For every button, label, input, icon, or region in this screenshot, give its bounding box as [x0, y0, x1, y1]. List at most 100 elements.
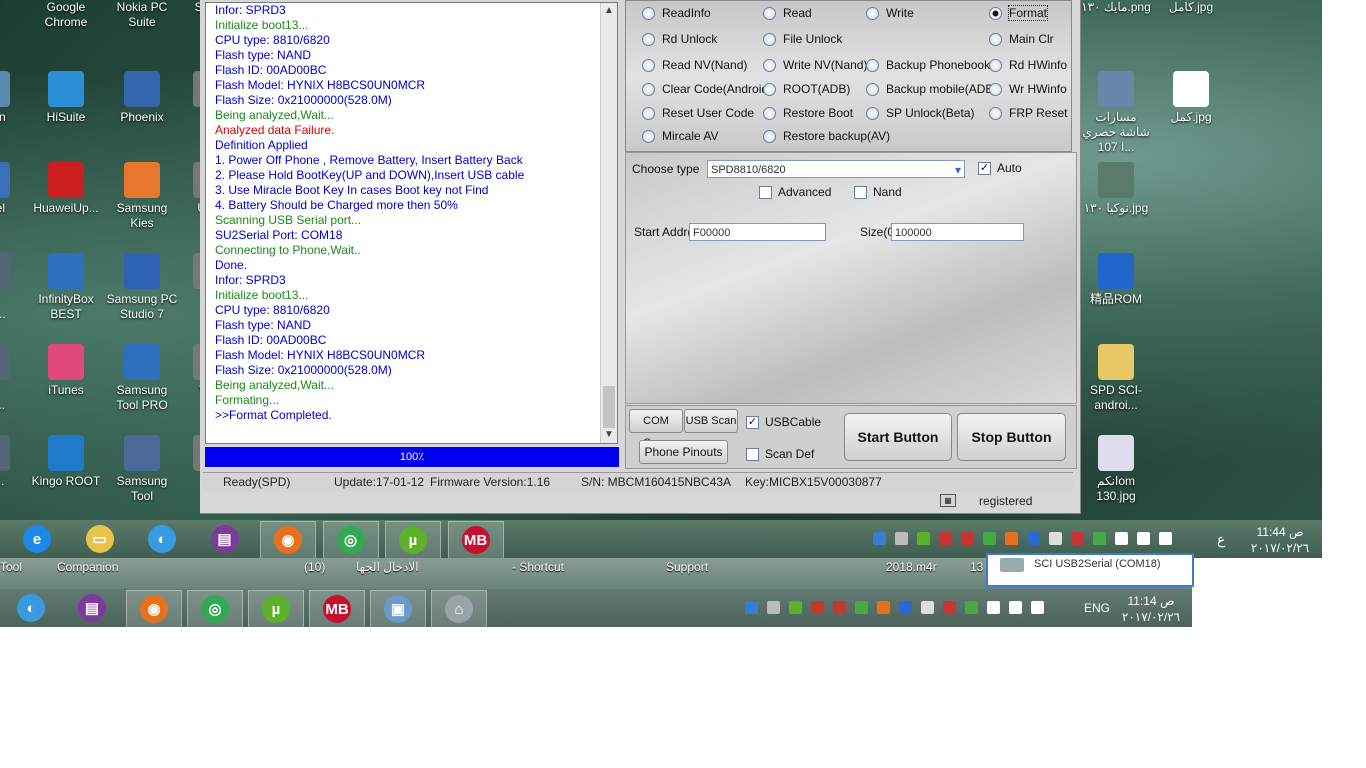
size-input[interactable]: 100000 — [891, 223, 1024, 241]
desktop-icon[interactable]: eB... — [0, 435, 12, 489]
desktop-icon[interactable]: Samsung Kies — [106, 162, 178, 231]
operation-radio[interactable]: Wr HWinfo — [989, 82, 1067, 96]
dropdown-arrow-icon[interactable]: ▾ — [955, 161, 961, 179]
radio-icon[interactable] — [642, 32, 655, 46]
operation-radio[interactable]: Main Clr — [989, 32, 1054, 46]
radio-icon[interactable] — [989, 32, 1002, 46]
radio-icon[interactable] — [642, 58, 655, 72]
desktop-file-icon[interactable]: انكمom 130.jpg — [1080, 435, 1152, 504]
radio-icon[interactable] — [763, 129, 776, 143]
taskbar-button[interactable]: ◉ — [126, 590, 182, 628]
operation-radio[interactable]: Mircale AV — [642, 129, 718, 143]
tray-icon[interactable] — [1159, 532, 1172, 545]
desktop-icon[interactable]: t 4 ide... — [0, 344, 12, 413]
usb-cable-checkbox[interactable]: ✓ USBCable — [746, 415, 821, 429]
radio-icon[interactable] — [989, 6, 1002, 20]
operation-radio[interactable]: FRP Reset — [989, 106, 1067, 120]
radio-icon[interactable] — [763, 106, 776, 120]
tray-icon[interactable] — [1005, 532, 1018, 545]
desktop-icon[interactable]: e Bin — [0, 71, 12, 125]
taskbar-button[interactable]: ◎ — [187, 590, 243, 628]
desktop-icon[interactable]: Samsung Tool PRO — [106, 344, 178, 413]
advanced-checkbox[interactable]: Advanced — [759, 185, 831, 199]
radio-icon[interactable] — [989, 58, 1002, 72]
tray-icon[interactable] — [1027, 532, 1040, 545]
stop-button[interactable]: Stop Button — [957, 413, 1066, 461]
taskbar-button[interactable]: ⌂ — [431, 590, 487, 628]
desktop-icon[interactable]: InfinityBox BEST — [30, 253, 102, 322]
taskbar-button[interactable]: µ — [385, 521, 441, 559]
scan-def-check-icon[interactable] — [746, 447, 759, 461]
operation-radio[interactable]: Clear Code(Android) — [642, 82, 772, 96]
tray-icon[interactable] — [1137, 532, 1150, 545]
operation-radio[interactable]: Backup mobile(ADB) — [866, 82, 997, 96]
scroll-up-icon[interactable]: ▲ — [604, 5, 614, 16]
clock-secondary[interactable]: 11:14 ص ٢٠١٧/٠٢/٢٦ — [1118, 593, 1184, 625]
desktop-icon[interactable]: Nokia PC Suite — [106, 0, 178, 30]
tray-icon[interactable] — [745, 601, 758, 614]
desktop-icon[interactable]: iTunes — [30, 344, 102, 398]
operation-radio[interactable]: SP Unlock(Beta) — [866, 106, 974, 120]
taskbar-button[interactable]: ▣ — [370, 590, 426, 628]
scroll-thumb[interactable] — [603, 386, 615, 428]
tray-icon[interactable] — [939, 532, 952, 545]
desktop-icon[interactable]: t 4 tart... — [0, 253, 12, 322]
choose-type-select[interactable]: SPD8810/6820 ▾ — [707, 160, 965, 178]
radio-icon[interactable] — [763, 6, 776, 20]
tray-icon[interactable] — [767, 601, 780, 614]
taskbar-button[interactable]: ◉ — [260, 521, 316, 559]
operation-radio[interactable]: Rd HWinfo — [989, 58, 1067, 72]
radio-icon[interactable] — [763, 58, 776, 72]
language-indicator[interactable]: ع — [1217, 531, 1225, 547]
tray-icon[interactable] — [1049, 532, 1062, 545]
taskbar-button[interactable]: ▤ — [65, 590, 119, 626]
tray-icon[interactable] — [987, 601, 1000, 614]
radio-icon[interactable] — [866, 106, 879, 120]
start-button[interactable]: Start Button — [844, 413, 952, 461]
taskbar-button[interactable]: MB — [447, 521, 504, 559]
tray-icon[interactable] — [943, 601, 956, 614]
taskbar-button[interactable]: ▭ — [73, 521, 127, 557]
radio-icon[interactable] — [763, 32, 776, 46]
radio-icon[interactable] — [642, 106, 655, 120]
radio-icon[interactable] — [989, 82, 1002, 96]
operation-radio[interactable]: Reset User Code — [642, 106, 754, 120]
scroll-down-icon[interactable]: ▼ — [604, 429, 614, 440]
tray-icon[interactable] — [917, 532, 930, 545]
operation-radio[interactable]: Read NV(Nand) — [642, 58, 747, 72]
desktop-file-icon[interactable]: كامل.jpg — [1155, 0, 1227, 15]
tray-icon[interactable] — [1031, 601, 1044, 614]
com-scan-button[interactable]: COM Scan — [629, 409, 683, 449]
usb-scan-button[interactable]: USB Scan — [684, 409, 738, 433]
taskbar-button[interactable]: ▤ — [198, 521, 252, 557]
start-addr-input[interactable]: F00000 — [689, 223, 826, 241]
desktop-icon[interactable]: Samsung PC Studio 7 — [106, 253, 178, 322]
language-indicator[interactable]: ENG — [1084, 600, 1110, 616]
desktop-file-icon[interactable]: نوكيا ١٣٠.jpg — [1080, 162, 1152, 216]
radio-icon[interactable] — [642, 6, 655, 20]
operation-radio[interactable]: ReadInfo — [642, 6, 711, 20]
desktop-icon[interactable]: Phoenix — [106, 71, 178, 125]
taskbar-button[interactable]: e — [10, 521, 64, 557]
device-popup[interactable]: SCI USB2Serial (COM18) — [986, 553, 1194, 587]
desktop-icon[interactable]: Samsung Tool — [106, 435, 178, 504]
tray-icon[interactable] — [921, 601, 934, 614]
tray-icon[interactable] — [855, 601, 868, 614]
operation-radio[interactable]: ROOT(ADB) — [763, 82, 850, 96]
desktop-icon[interactable]: HuaweiUp... — [30, 162, 102, 216]
scan-def-checkbox[interactable]: Scan Def — [746, 447, 814, 461]
taskbar-button[interactable]: µ — [248, 590, 304, 628]
taskbar-button[interactable]: ◐ — [135, 521, 189, 557]
tray-icon[interactable] — [873, 532, 886, 545]
tray-icon[interactable] — [1009, 601, 1022, 614]
operation-radio[interactable]: Format — [989, 5, 1049, 21]
desktop-file-icon[interactable]: SPD SCI-androi... — [1080, 344, 1152, 413]
taskbar-button[interactable]: ◎ — [322, 521, 379, 559]
tray-icon[interactable] — [965, 601, 978, 614]
operation-radio[interactable]: Write NV(Nand) — [763, 58, 867, 72]
desktop-file-icon[interactable]: كمل.jpg — [1155, 71, 1227, 125]
operation-radio[interactable]: Backup Phonebook — [866, 58, 990, 72]
tray-icon[interactable] — [983, 532, 996, 545]
tray-icon[interactable] — [833, 601, 846, 614]
radio-icon[interactable] — [642, 129, 655, 143]
